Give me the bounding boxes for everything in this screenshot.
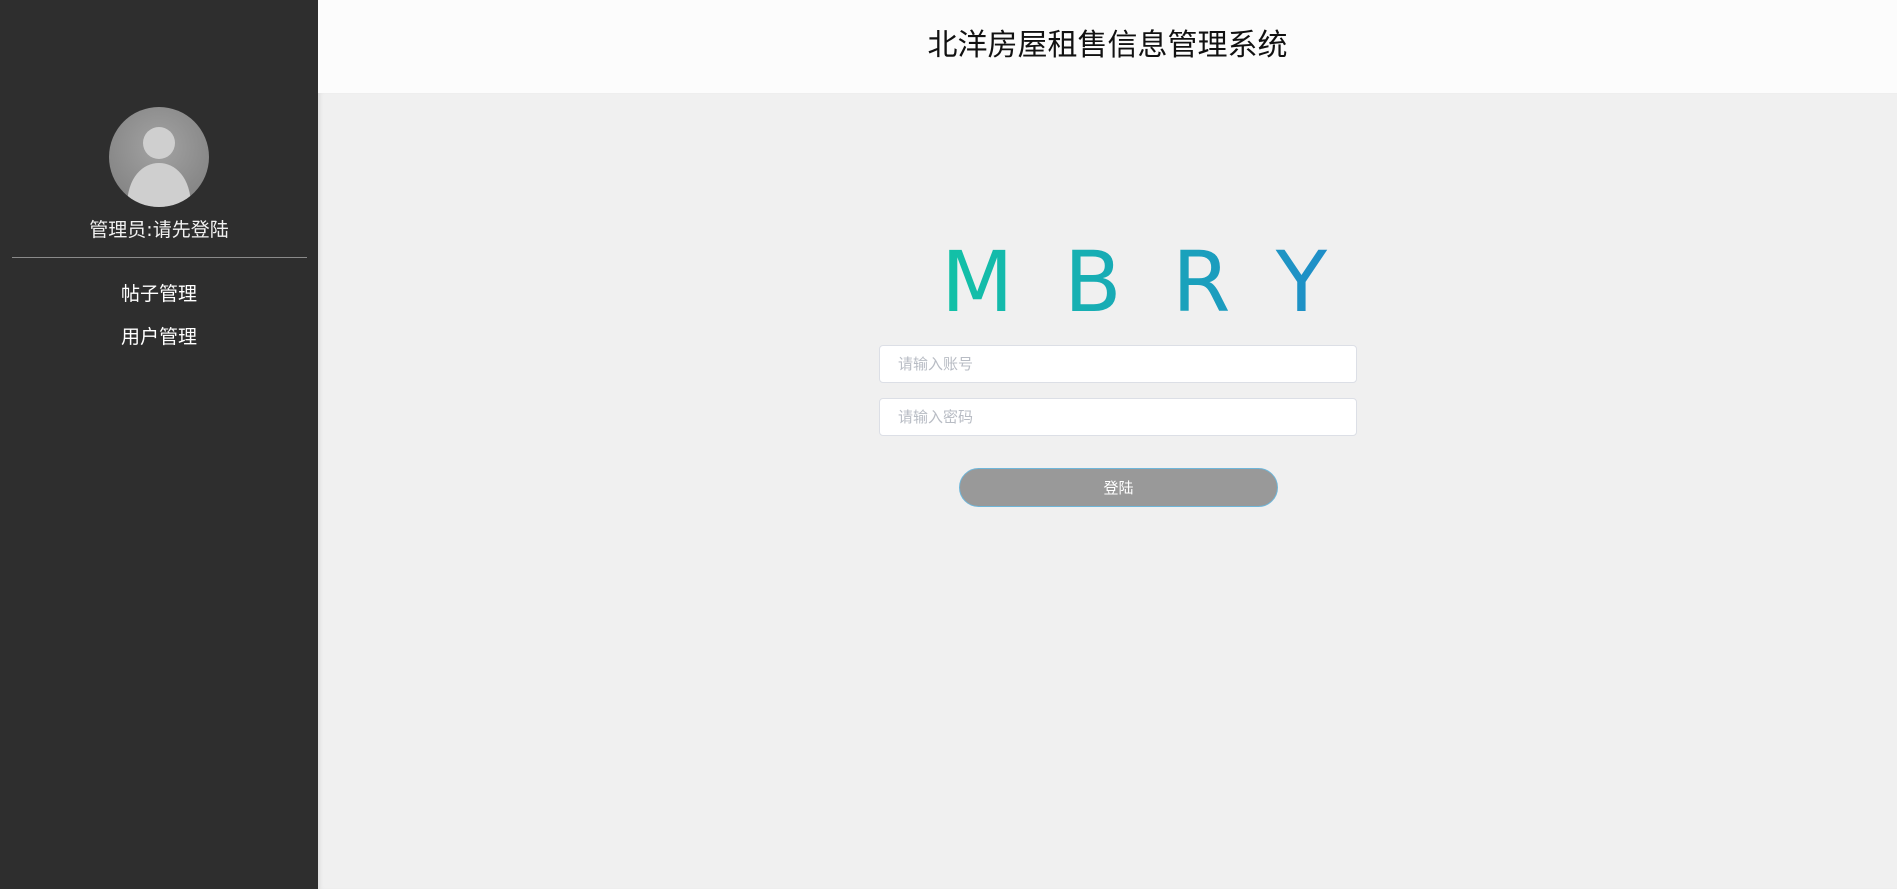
sidebar-item-users[interactable]: 用户管理	[0, 325, 318, 349]
app-window: 管理员:请先登陆 帖子管理 用户管理 北洋房屋租售信息管理系统 MBRY 登陆	[0, 0, 1897, 889]
logo-text: MBRY	[941, 239, 1328, 317]
sidebar-item-posts[interactable]: 帖子管理	[0, 282, 318, 306]
brand-logo: MBRY	[941, 239, 1331, 317]
password-input[interactable]	[879, 398, 1357, 436]
login-button[interactable]: 登陆	[959, 468, 1278, 507]
sidebar-divider	[12, 257, 307, 258]
user-avatar-icon	[109, 107, 209, 207]
sidebar: 管理员:请先登陆 帖子管理 用户管理	[0, 0, 318, 889]
login-panel: MBRY 登陆	[318, 93, 1897, 889]
account-input[interactable]	[879, 345, 1357, 383]
admin-login-status: 管理员:请先登陆	[89, 219, 229, 241]
page-header: 北洋房屋租售信息管理系统	[318, 0, 1897, 93]
page-title: 北洋房屋租售信息管理系统	[927, 28, 1288, 63]
